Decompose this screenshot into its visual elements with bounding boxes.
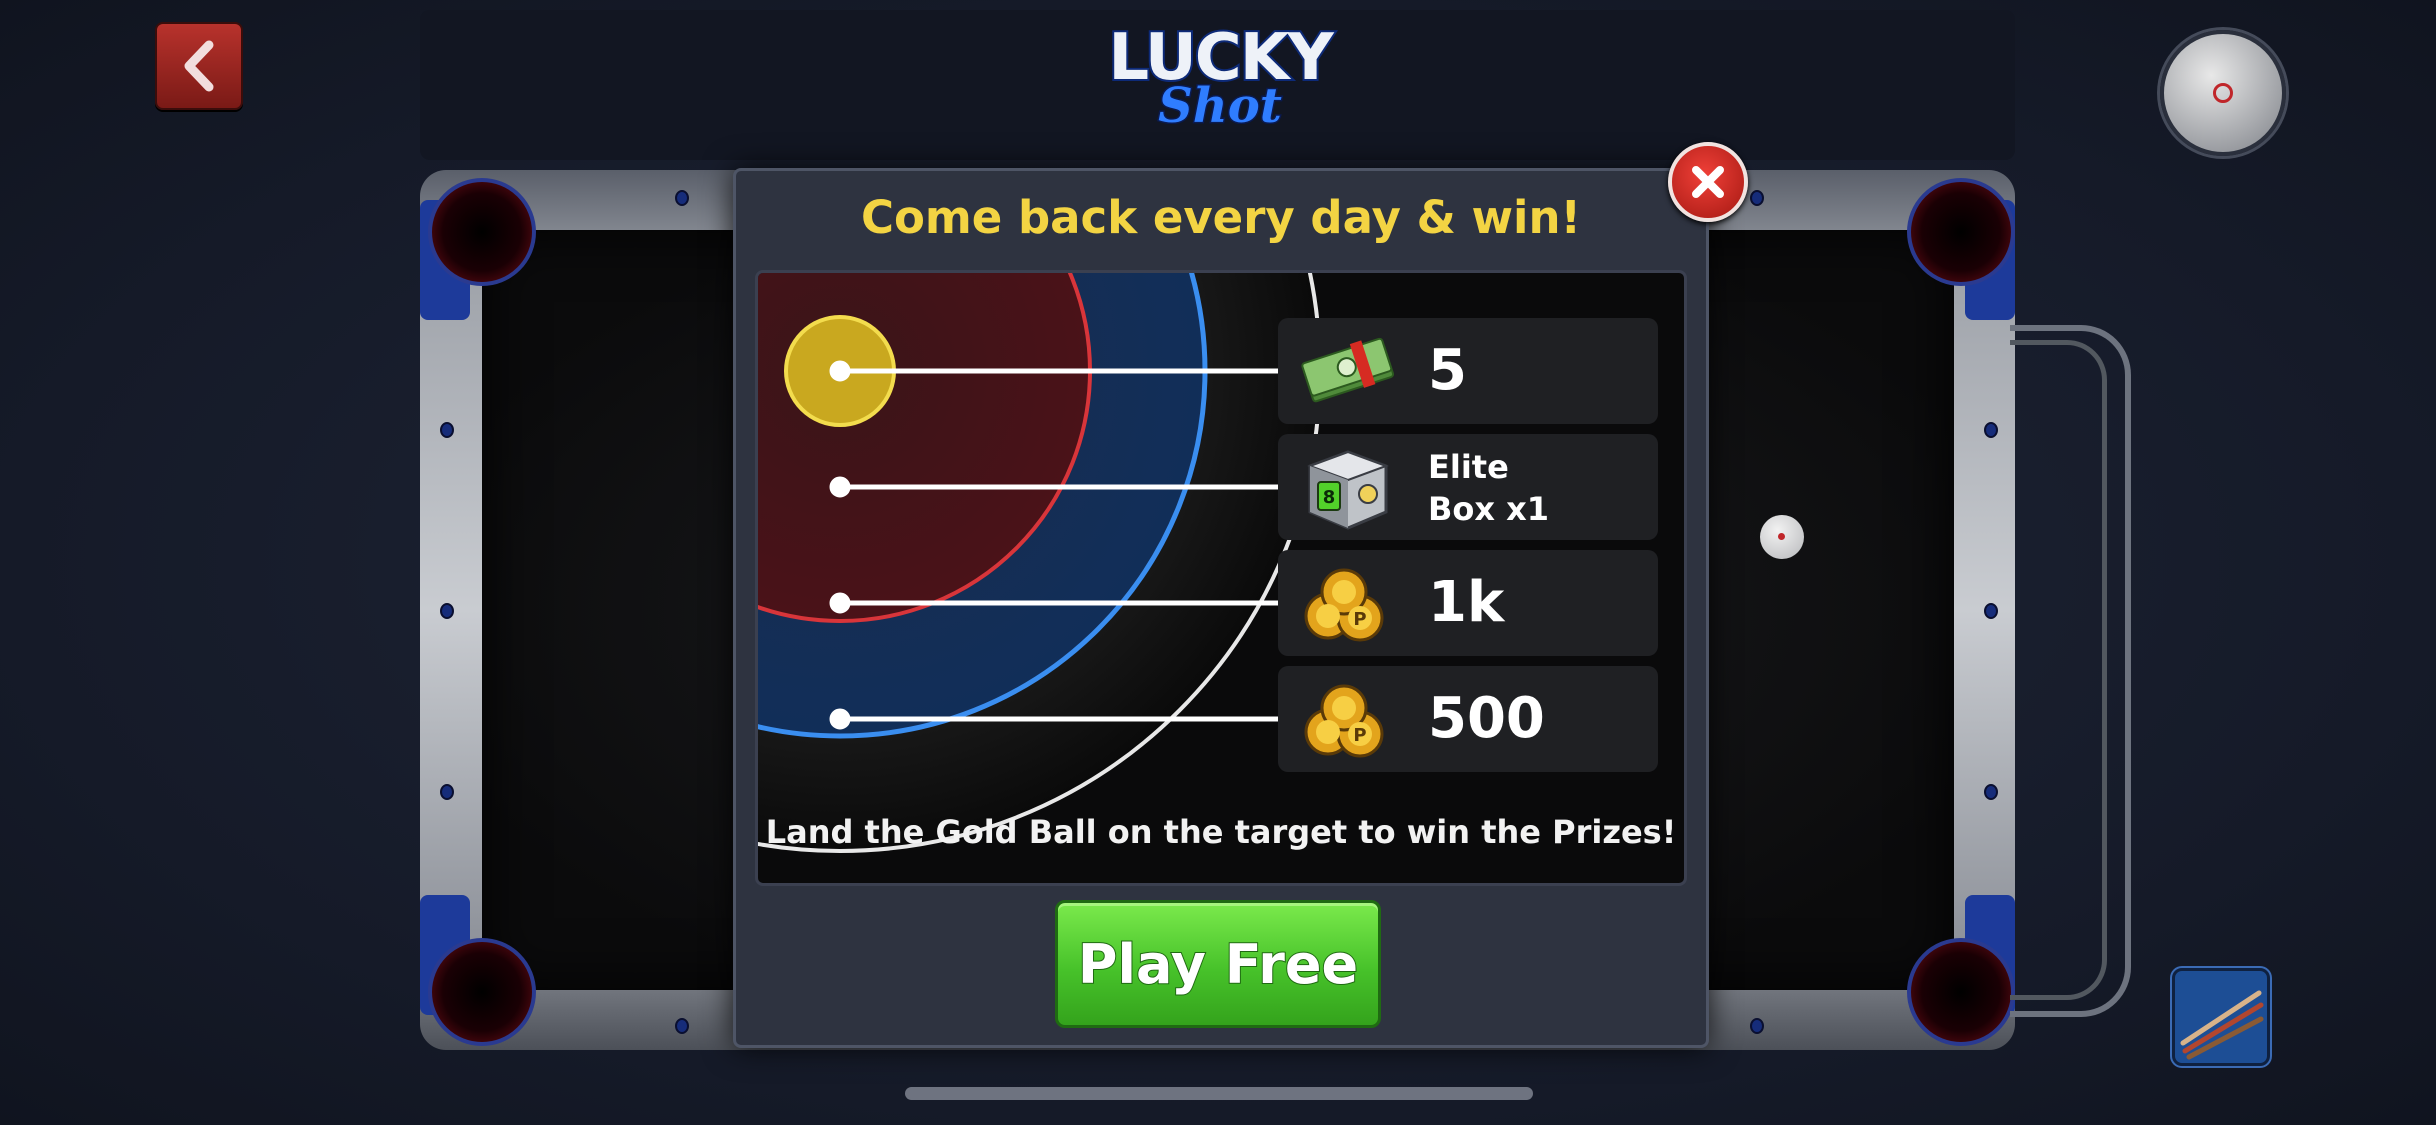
cue-ball — [1760, 515, 1804, 559]
prize-label-line2: Box x1 — [1428, 490, 1550, 528]
ball-return-track-inner — [2010, 340, 2107, 1000]
coins-icon: P — [1304, 684, 1384, 758]
prize-row-coins-500: P 500 — [1278, 666, 1658, 772]
home-indicator[interactable] — [905, 1087, 1533, 1100]
back-button[interactable] — [155, 22, 243, 110]
cash-icon — [1301, 337, 1395, 403]
pocket — [1907, 178, 2015, 286]
close-icon — [1692, 166, 1724, 198]
svg-text:P: P — [1353, 609, 1366, 630]
prize-value: 1k — [1428, 570, 1505, 635]
pocket — [428, 938, 536, 1046]
rail-diamond — [1750, 1018, 1764, 1034]
cue-sticks-icon — [2180, 990, 2264, 1060]
prize-value: 500 — [1428, 686, 1545, 751]
prize-value: 5 — [1428, 338, 1467, 403]
rail-diamond — [440, 422, 454, 438]
rail-diamond — [440, 784, 454, 800]
rail-diamond — [1984, 784, 1998, 800]
rail-diamond — [1984, 603, 1998, 619]
rail-diamond — [1750, 190, 1764, 206]
close-button[interactable] — [1668, 142, 1748, 222]
svg-text:8: 8 — [1323, 487, 1336, 508]
rail-diamond — [675, 190, 689, 206]
rail-diamond — [675, 1018, 689, 1034]
cue-ball-spin-button[interactable] — [2160, 30, 2286, 156]
svg-text:P: P — [1353, 725, 1366, 746]
instruction-text: Land the Gold Ball on the target to win … — [765, 813, 1677, 851]
pocket — [1907, 938, 2015, 1046]
rail-diamond — [1984, 422, 1998, 438]
rail-diamond — [440, 603, 454, 619]
coins-icon: P — [1304, 568, 1384, 642]
prize-row-coins-1k: P 1k — [1278, 550, 1658, 656]
dialog-title: Come back every day & win! — [860, 191, 1582, 244]
prize-target-panel: 5 8 Elite Box x1 P 1k P 500 Land the Gol… — [755, 270, 1687, 886]
spin-target-icon — [2213, 83, 2233, 103]
pocket — [428, 178, 536, 286]
chevron-left-icon — [184, 40, 214, 92]
prize-value: Elite Box x1 — [1428, 446, 1549, 530]
play-free-button[interactable]: Play Free — [1055, 900, 1381, 1028]
prize-row-cash: 5 — [1278, 318, 1658, 424]
cue-select-button[interactable] — [2172, 968, 2270, 1066]
prize-label-line1: Elite — [1428, 448, 1509, 486]
lucky-shot-logo: LUCKY Shot — [1085, 24, 1355, 140]
prize-row-elite-box: 8 Elite Box x1 — [1278, 434, 1658, 540]
elite-box-icon: 8 — [1307, 450, 1389, 530]
